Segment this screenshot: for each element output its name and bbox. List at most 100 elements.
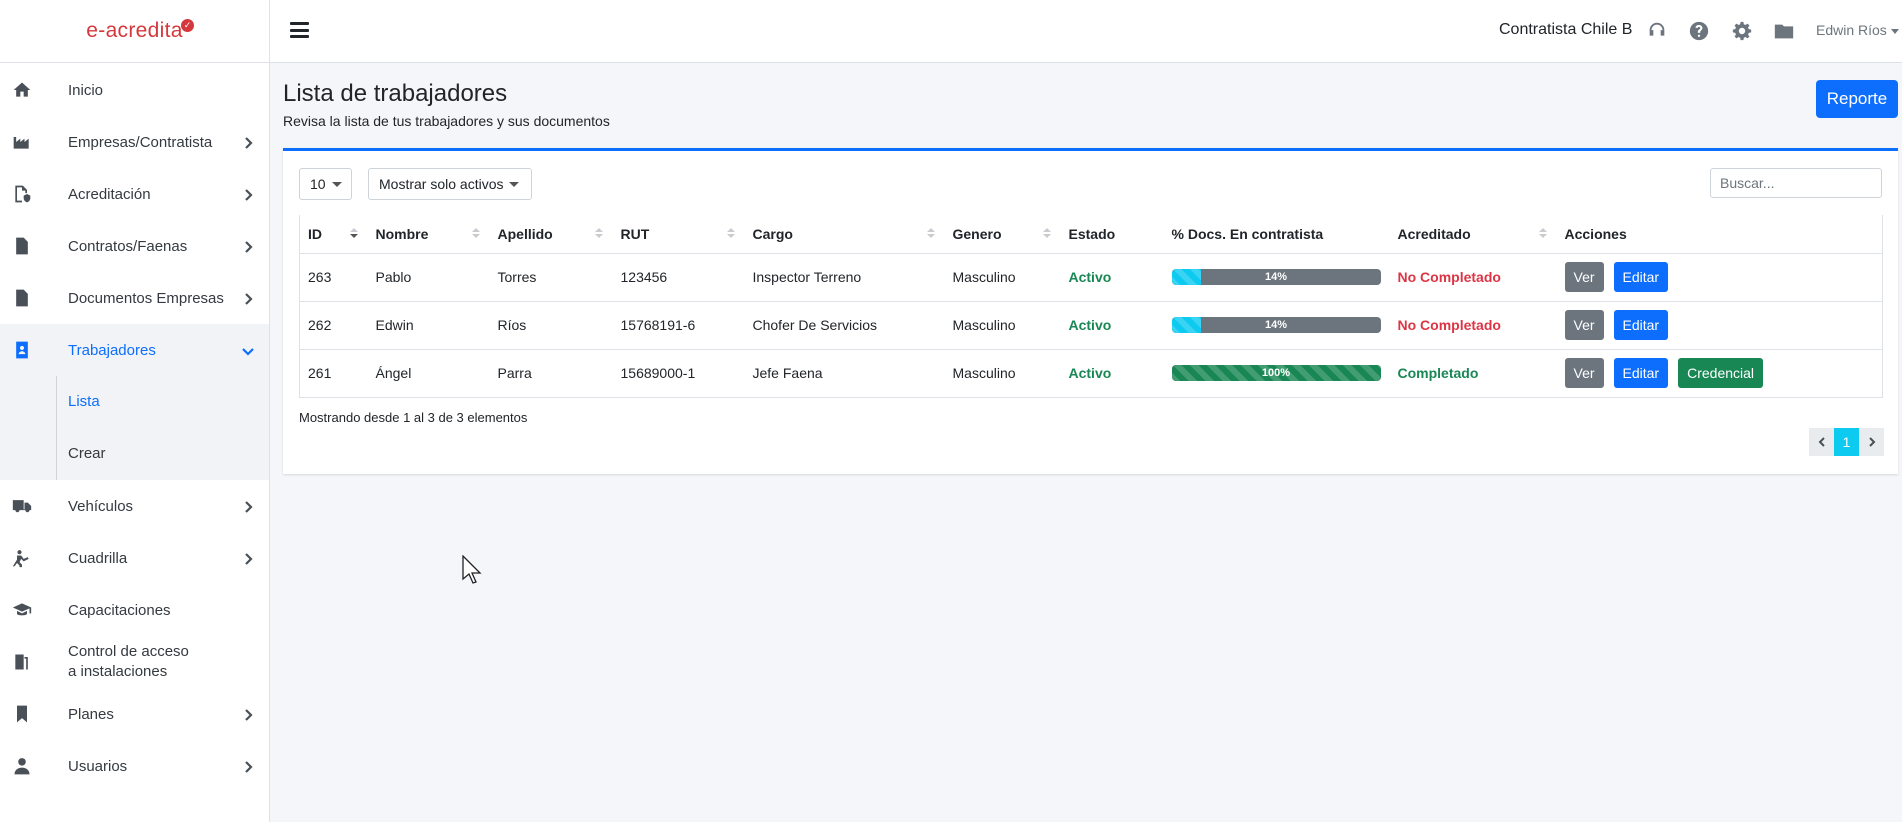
edit-button[interactable]: Editar bbox=[1613, 358, 1669, 388]
sidebar-item-empresas[interactable]: Empresas/Contratista bbox=[0, 116, 269, 168]
prev-page-button[interactable] bbox=[1809, 428, 1834, 456]
sidebar-item-label: Cuadrilla bbox=[68, 549, 128, 567]
sidebar-item-cuadrilla[interactable]: Cuadrilla bbox=[0, 532, 269, 584]
chevron-right-icon bbox=[242, 240, 254, 253]
sidebar-item-trabajadores[interactable]: Trabajadores bbox=[0, 324, 269, 376]
sidebar-item-label: Inicio bbox=[68, 81, 104, 99]
cell-acreditado: No Completado bbox=[1389, 300, 1557, 349]
sort-icon bbox=[726, 228, 735, 240]
cell-cargo: Jefe Faena bbox=[744, 348, 945, 398]
progress-label: 14% bbox=[1264, 271, 1288, 283]
column-header-genero[interactable]: Genero bbox=[944, 215, 1061, 254]
credential-button[interactable]: Credencial bbox=[1678, 358, 1764, 388]
column-header-rut[interactable]: RUT bbox=[612, 215, 745, 254]
menu-toggle-icon[interactable] bbox=[290, 22, 309, 38]
folder-icon[interactable] bbox=[1773, 20, 1795, 42]
cell-cargo: Chofer De Servicios bbox=[744, 300, 945, 349]
sidebar-item-label: Acreditación bbox=[68, 185, 151, 203]
sidebar-item-documentos[interactable]: Documentos Empresas bbox=[0, 272, 269, 324]
column-header-estado: Estado bbox=[1060, 215, 1164, 254]
id-badge-icon bbox=[11, 339, 33, 361]
page-size-select[interactable]: 10 bbox=[299, 168, 352, 200]
mouse-cursor-icon bbox=[462, 555, 482, 584]
table-row: 261 Ángel Parra 15689000-1 Jefe Faena Ma… bbox=[299, 348, 1883, 398]
pagination: 1 bbox=[1809, 428, 1884, 456]
sidebar-item-inicio[interactable]: Inicio bbox=[0, 64, 269, 116]
cell-apellido: Ríos bbox=[489, 300, 613, 349]
sidebar-item-usuarios[interactable]: Usuarios bbox=[0, 740, 269, 792]
cell-nombre: Pablo bbox=[367, 252, 490, 301]
cell-docs: 14% bbox=[1163, 252, 1390, 301]
chevron-right-icon bbox=[242, 136, 254, 149]
cell-acreditado: Completado bbox=[1389, 348, 1557, 398]
headset-icon[interactable] bbox=[1646, 20, 1668, 42]
cell-estado: Activo bbox=[1060, 252, 1164, 301]
cell-acreditado: No Completado bbox=[1389, 252, 1557, 301]
submenu-divider bbox=[56, 428, 57, 480]
chevron-right-icon bbox=[1868, 437, 1875, 447]
active-filter-select[interactable]: Mostrar solo activos bbox=[368, 168, 532, 200]
sidebar-item-capacitaciones[interactable]: Capacitaciones bbox=[0, 584, 269, 636]
company-name: Contratista Chile B bbox=[1499, 21, 1633, 38]
sidebar-item-label-line1: Control de acceso bbox=[68, 643, 189, 660]
table-header-row: ID Nombre Apellido RUT Cargo Genero Esta… bbox=[299, 215, 1883, 254]
report-button[interactable]: Reporte bbox=[1816, 80, 1898, 118]
column-header-id[interactable]: ID bbox=[299, 215, 368, 254]
file-icon bbox=[11, 287, 33, 309]
cell-genero: Masculino bbox=[944, 252, 1061, 301]
file-contract-icon bbox=[11, 235, 33, 257]
column-header-docs: % Docs. En contratista bbox=[1163, 215, 1390, 254]
help-icon[interactable] bbox=[1688, 20, 1710, 42]
sort-icon bbox=[926, 228, 935, 240]
sidebar-item-label-line2: a instalaciones bbox=[68, 663, 168, 680]
cell-nombre: Ángel bbox=[367, 348, 490, 398]
brand-logo[interactable]: e-acredita ✓ bbox=[0, 0, 269, 63]
sidebar-subitem-crear[interactable]: Crear bbox=[0, 428, 269, 480]
submenu-divider bbox=[56, 376, 57, 428]
sidebar-item-label: Vehículos bbox=[68, 497, 134, 515]
sidebar-item-label: Trabajadores bbox=[68, 341, 156, 359]
sidebar-item-label: Usuarios bbox=[68, 757, 128, 775]
view-button[interactable]: Ver bbox=[1564, 310, 1604, 340]
active-filter-value: Mostrar solo activos bbox=[379, 176, 504, 192]
caret-down-icon bbox=[509, 181, 520, 187]
sidebar-item-vehiculos[interactable]: Vehículos bbox=[0, 480, 269, 532]
door-icon bbox=[11, 651, 33, 673]
sidebar-subitem-label: Lista bbox=[68, 393, 100, 410]
worker-icon bbox=[11, 547, 33, 569]
page-title: Lista de trabajadores bbox=[283, 80, 508, 107]
view-button[interactable]: Ver bbox=[1564, 262, 1604, 292]
sidebar-item-control-acceso[interactable]: Control de acceso a instalaciones bbox=[0, 636, 269, 688]
docs-progress-bar: 14% bbox=[1171, 317, 1381, 333]
sidebar-item-label: Control de acceso a instalaciones bbox=[68, 642, 189, 682]
industry-icon bbox=[11, 131, 33, 153]
sidebar-item-contratos[interactable]: Contratos/Faenas bbox=[0, 220, 269, 272]
user-menu[interactable]: Edwin Ríos bbox=[1816, 22, 1899, 38]
next-page-button[interactable] bbox=[1859, 428, 1884, 456]
cell-nombre: Edwin bbox=[367, 300, 490, 349]
sidebar-item-label: Planes bbox=[68, 705, 114, 723]
edit-button[interactable]: Editar bbox=[1613, 262, 1669, 292]
page-subtitle: Revisa la lista de tus trabajadores y su… bbox=[283, 113, 610, 129]
cell-acciones: Ver Editar bbox=[1556, 252, 1883, 301]
view-button[interactable]: Ver bbox=[1564, 358, 1604, 388]
sidebar-item-acreditacion[interactable]: Acreditación bbox=[0, 168, 269, 220]
column-header-cargo[interactable]: Cargo bbox=[744, 215, 945, 254]
edit-button[interactable]: Editar bbox=[1613, 310, 1669, 340]
caret-down-icon bbox=[331, 181, 342, 187]
cell-acciones: Ver Editar Credencial bbox=[1556, 348, 1883, 398]
column-header-nombre[interactable]: Nombre bbox=[367, 215, 490, 254]
progress-label: 14% bbox=[1264, 319, 1288, 331]
search-input[interactable] bbox=[1710, 168, 1882, 198]
gear-icon[interactable] bbox=[1731, 20, 1753, 42]
sort-icon bbox=[594, 228, 603, 240]
column-header-apellido[interactable]: Apellido bbox=[489, 215, 613, 254]
sidebar-subitem-lista[interactable]: Lista bbox=[0, 376, 269, 428]
page-button-current[interactable]: 1 bbox=[1834, 428, 1859, 456]
chevron-right-icon bbox=[242, 188, 254, 201]
column-header-acreditado[interactable]: Acreditado bbox=[1389, 215, 1557, 254]
workers-card: 10 Mostrar solo activos ID Nombre Apelli… bbox=[283, 148, 1898, 474]
progress-label: 100% bbox=[1261, 367, 1291, 379]
sidebar-item-planes[interactable]: Planes bbox=[0, 688, 269, 740]
cell-id: 263 bbox=[299, 252, 368, 301]
